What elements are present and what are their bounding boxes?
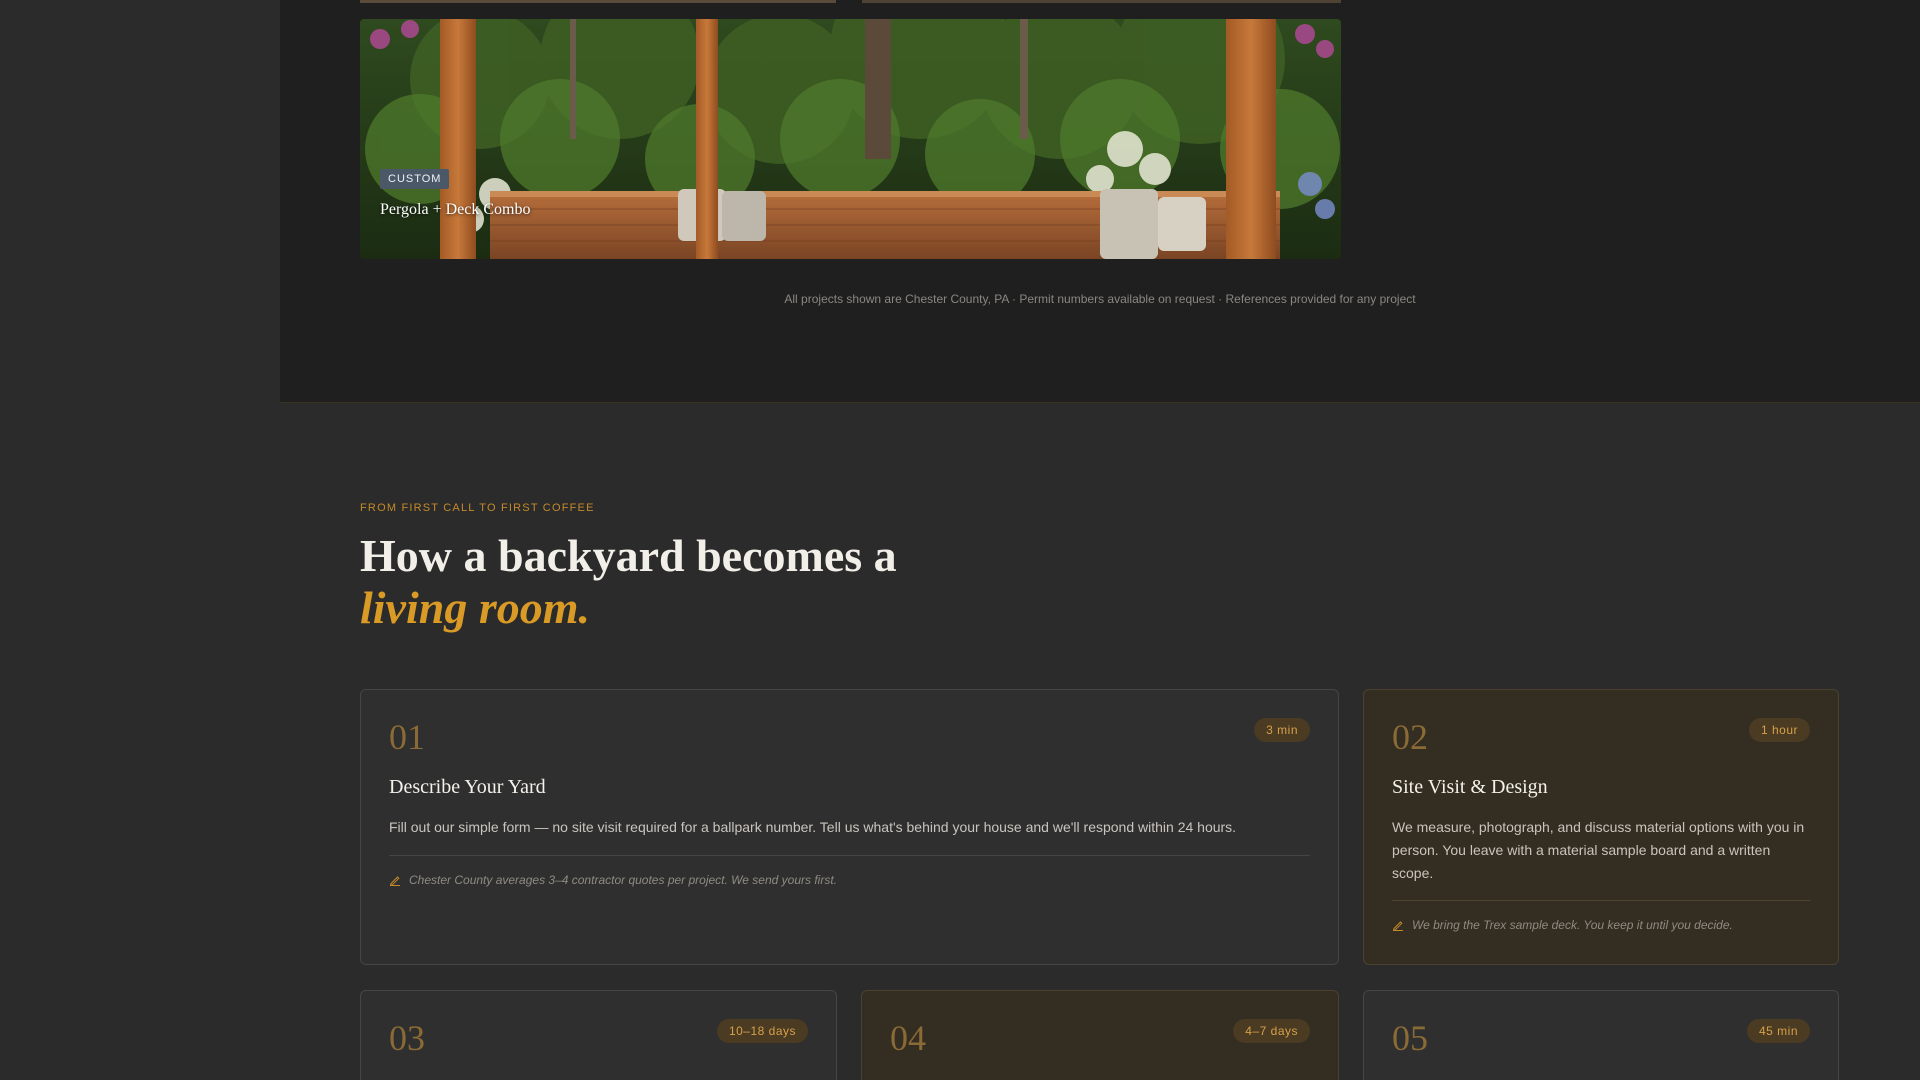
step-title: Site Visit & Design [1392, 776, 1548, 798]
step-note-text: We bring the Trex sample deck. You keep … [1412, 918, 1733, 932]
process-step-1: 01 3 min Describe Your Yard Fill out our… [360, 689, 1339, 965]
project-title[interactable]: Pergola + Deck Combo [380, 201, 530, 219]
section-headline: How a backyard becomes a living room. [360, 530, 897, 634]
pencil-icon [389, 876, 400, 886]
step-divider [389, 855, 1310, 856]
step-description: Fill out our simple form — no site visit… [389, 819, 1237, 835]
step-number: 05 [1392, 1018, 1428, 1058]
step-number: 02 [1392, 717, 1428, 757]
pencil-icon [1392, 921, 1403, 931]
project-photo [360, 19, 1341, 259]
previous-photo-left[interactable] [360, 0, 836, 3]
step-number: 04 [890, 1018, 926, 1058]
step-note: We bring the Trex sample deck. You keep … [1392, 918, 1810, 932]
step-divider [1392, 900, 1810, 901]
gallery-disclaimer: All projects shown are Chester County, P… [784, 292, 1416, 306]
step-duration-badge: 3 min [1254, 718, 1310, 742]
step-note-text: Chester County averages 3–4 contractor q… [409, 873, 837, 887]
step-number: 01 [389, 717, 425, 757]
step-description: We measure, photograph, and discuss mate… [1392, 819, 1805, 881]
process-step-3: 03 10–18 days [360, 990, 837, 1080]
step-duration-badge: 1 hour [1748, 718, 1810, 742]
step-duration-badge: 45 min [1746, 1019, 1810, 1043]
step-note: Chester County averages 3–4 contractor q… [389, 873, 1310, 887]
project-card-pergola-deck[interactable]: CUSTOM Pergola + Deck Combo [360, 19, 1341, 259]
section-eyebrow: FROM FIRST CALL TO FIRST COFFEE [360, 502, 595, 514]
project-category-badge: CUSTOM [380, 169, 450, 189]
process-step-4: 04 4–7 days [861, 990, 1339, 1080]
step-title: Describe Your Yard [389, 776, 546, 798]
previous-photo-right[interactable] [862, 0, 1341, 3]
headline-line: How a backyard becomes a [360, 530, 897, 581]
previous-row-photos [360, 0, 1341, 3]
process-step-5: 05 45 min [1363, 990, 1839, 1080]
step-duration-badge: 10–18 days [716, 1019, 808, 1043]
step-number: 03 [389, 1018, 425, 1058]
step-duration-badge: 4–7 days [1233, 1019, 1310, 1043]
process-step-2: 02 1 hour Site Visit & Design We measure… [1363, 689, 1839, 965]
headline-accent: living room. [360, 582, 591, 633]
